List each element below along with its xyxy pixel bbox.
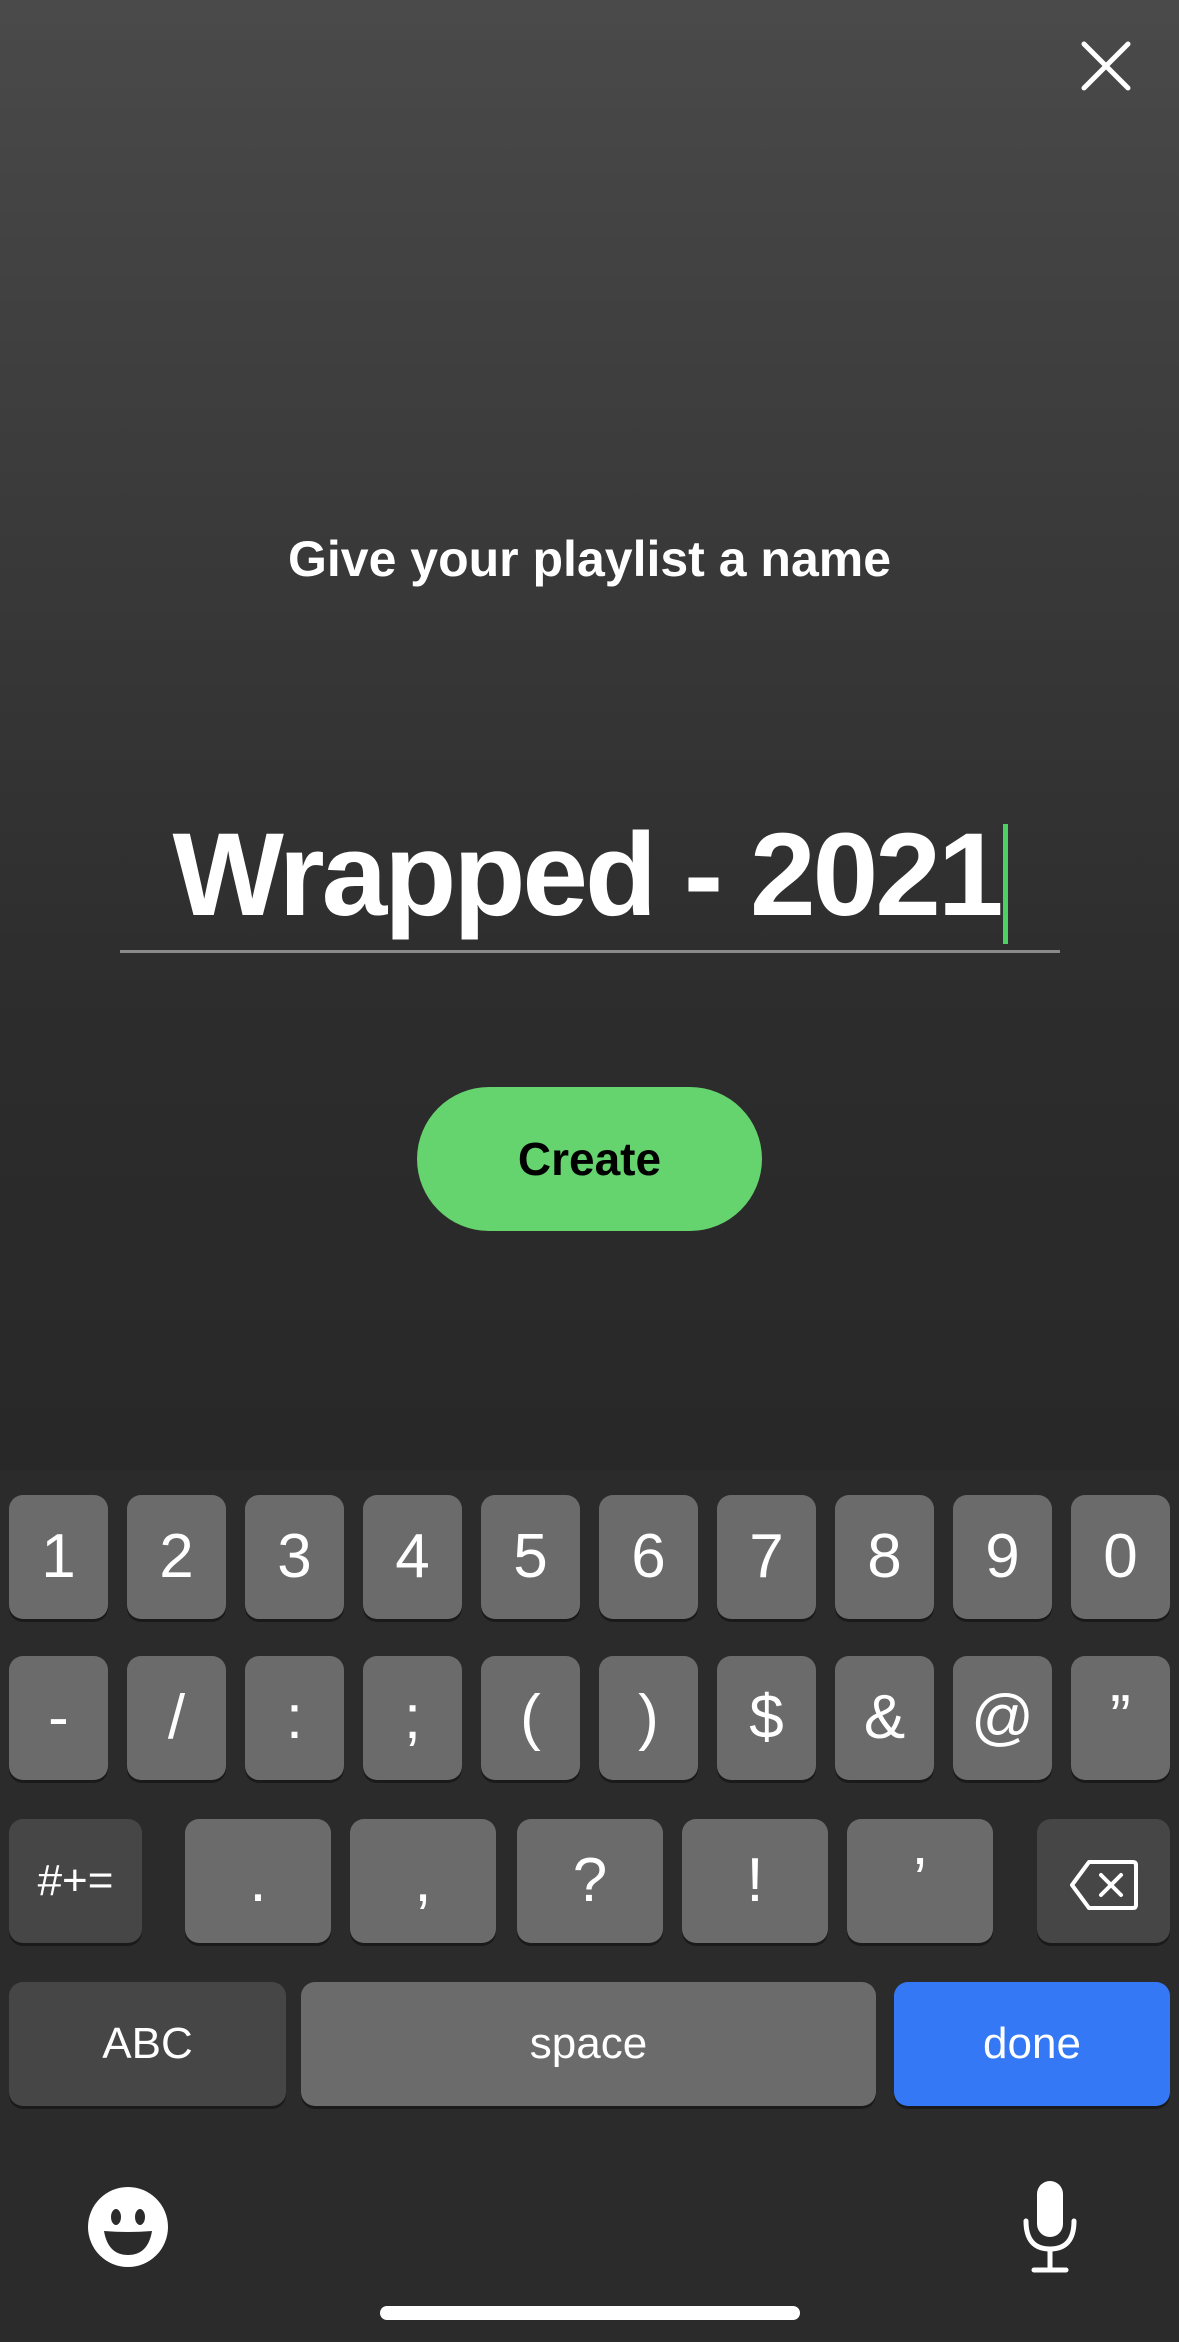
key-quote[interactable]: ” [1071, 1656, 1170, 1780]
microphone-button[interactable] [1018, 2177, 1082, 2277]
page-title: Give your playlist a name [287, 531, 892, 587]
key-0[interactable]: 0 [1071, 1495, 1170, 1619]
key-colon[interactable]: : [245, 1656, 344, 1780]
key-period[interactable]: . [185, 1819, 331, 1943]
key-9[interactable]: 9 [953, 1495, 1052, 1619]
key-3[interactable]: 3 [245, 1495, 344, 1619]
backspace-key[interactable] [1037, 1819, 1170, 1943]
key-6[interactable]: 6 [599, 1495, 698, 1619]
home-indicator [380, 2306, 800, 2320]
dialog-background [0, 0, 1179, 1470]
abc-key[interactable]: ABC [9, 1982, 286, 2106]
key-slash[interactable]: / [127, 1656, 226, 1780]
emoji-icon [88, 2187, 168, 2267]
text-caret [1002, 823, 1008, 944]
keyboard: 1 2 3 4 5 6 7 8 9 0 - / : ; ( ) $ & @ ” … [0, 1470, 1179, 2342]
create-button[interactable]: Create [417, 1087, 762, 1231]
key-4[interactable]: 4 [363, 1495, 462, 1619]
key-dollar[interactable]: $ [717, 1656, 816, 1780]
key-semicolon[interactable]: ; [363, 1656, 462, 1780]
key-open-paren[interactable]: ( [481, 1656, 580, 1780]
key-close-paren[interactable]: ) [599, 1656, 698, 1780]
emoji-button[interactable] [86, 2185, 170, 2269]
key-7[interactable]: 7 [717, 1495, 816, 1619]
key-apostrophe[interactable]: ’ [847, 1819, 993, 1943]
symbols-toggle-key[interactable]: #+= [9, 1819, 142, 1943]
key-comma[interactable]: , [350, 1819, 496, 1943]
done-key[interactable]: done [894, 1982, 1170, 2106]
key-1[interactable]: 1 [9, 1495, 108, 1619]
key-ampersand[interactable]: & [835, 1656, 934, 1780]
close-button[interactable] [1076, 36, 1136, 96]
key-question[interactable]: ? [517, 1819, 663, 1943]
close-icon [1081, 41, 1131, 91]
playlist-name-value: Wrapped - 2021 [172, 809, 1003, 941]
key-5[interactable]: 5 [481, 1495, 580, 1619]
microphone-icon [1023, 2181, 1077, 2273]
key-8[interactable]: 8 [835, 1495, 934, 1619]
delete-left-icon [1069, 1859, 1138, 1910]
key-exclamation[interactable]: ! [682, 1819, 828, 1943]
key-2[interactable]: 2 [127, 1495, 226, 1619]
space-key[interactable]: space [301, 1982, 876, 2106]
playlist-name-input[interactable]: Wrapped - 2021 [120, 800, 1060, 953]
key-at[interactable]: @ [953, 1656, 1052, 1780]
key-hyphen[interactable]: - [9, 1656, 108, 1780]
